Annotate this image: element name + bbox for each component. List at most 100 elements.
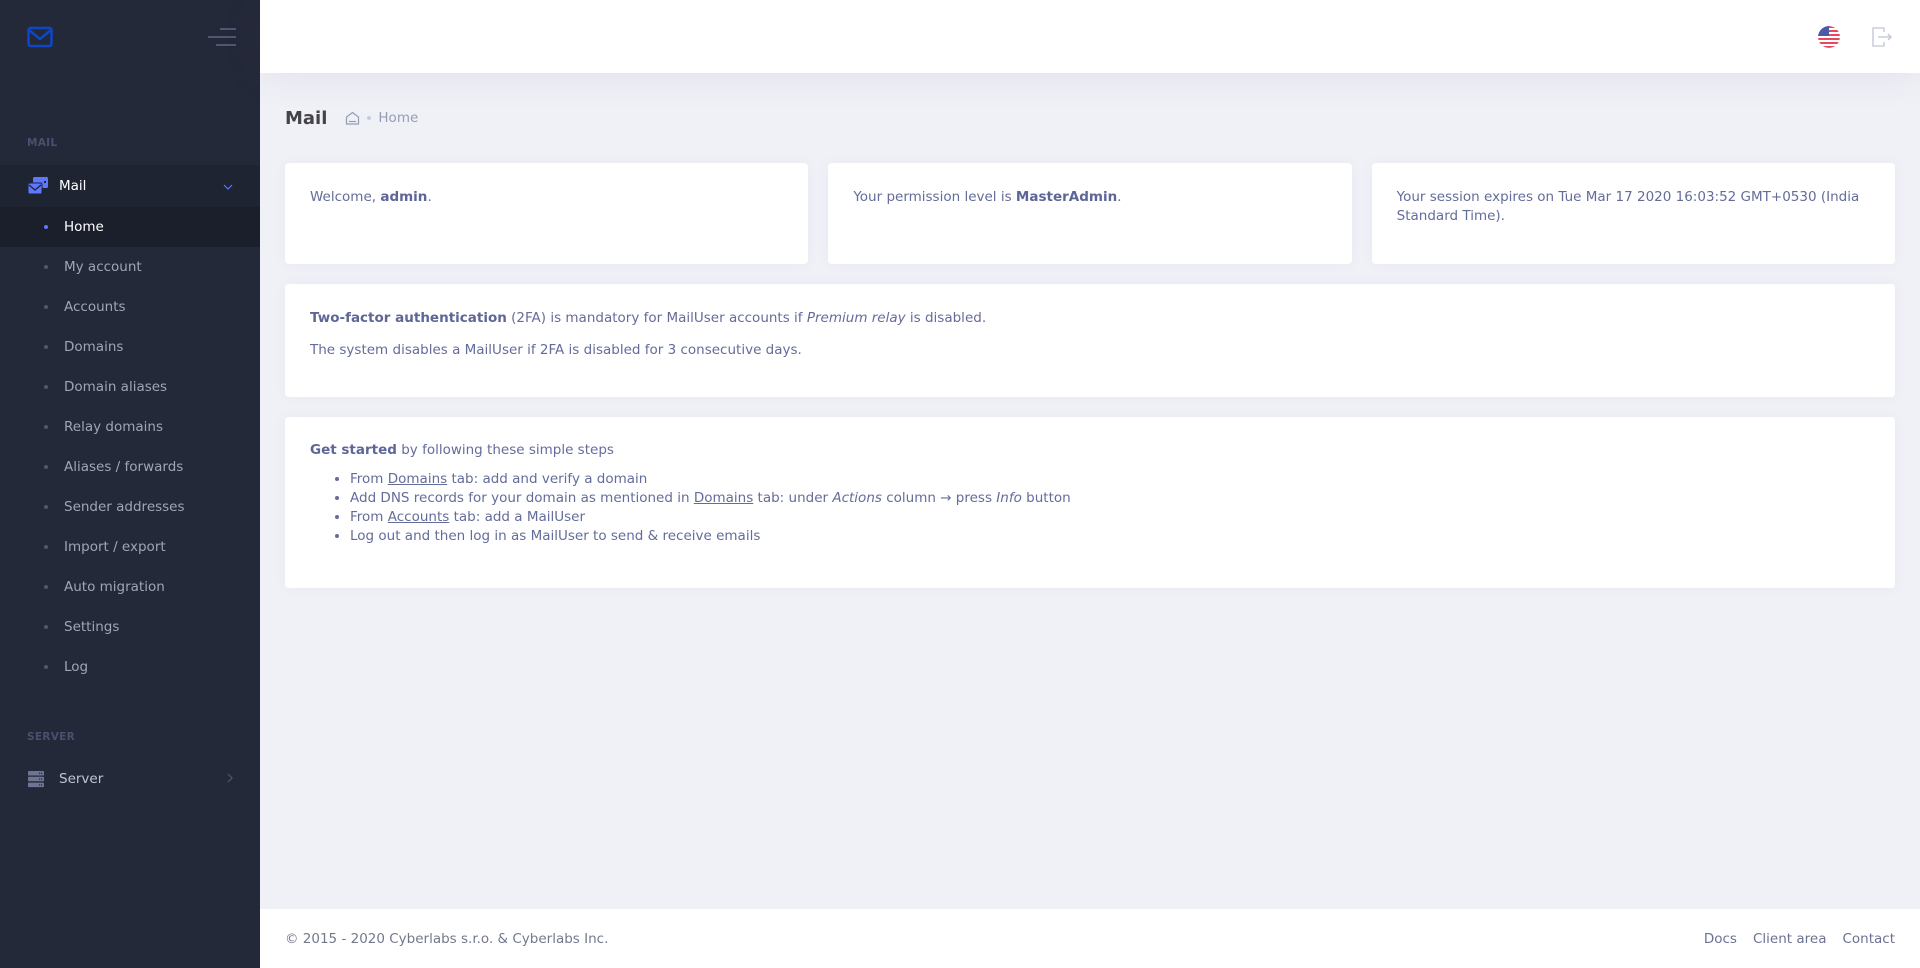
page-title: Mail	[285, 107, 328, 129]
step-text: Add DNS records for your domain as menti…	[350, 490, 694, 506]
list-item: From Accounts tab: add a MailUser	[350, 508, 1870, 527]
twofa-disable-notice: The system disables a MailUser if 2FA is…	[310, 342, 802, 358]
domains-link[interactable]: Domains	[388, 471, 447, 487]
breadcrumb-home[interactable]: Home	[378, 110, 418, 126]
bullet-icon	[44, 385, 48, 389]
sidebar-item-label: Domains	[64, 339, 124, 355]
get-started-subtitle: by following these simple steps	[396, 442, 614, 458]
mail-menu-group: Mail Home	[0, 165, 260, 247]
step-text: Log out and then log in as MailUser to s…	[350, 528, 761, 544]
list-item: From Domains tab: add and verify a domai…	[350, 470, 1870, 489]
sidebar-item-my-account[interactable]: My account	[0, 247, 260, 287]
step-text: From	[350, 471, 388, 487]
sidebar-item-domain-aliases[interactable]: Domain aliases	[0, 367, 260, 407]
sidebar-brand	[0, 0, 260, 74]
sidebar-item-label: Import / export	[64, 539, 166, 555]
actions-text: Actions	[832, 490, 882, 506]
topbar	[260, 0, 1920, 73]
info-cards-row: Welcome, admin. Your permission level is…	[285, 163, 1895, 264]
server-icon	[27, 769, 49, 789]
docs-link[interactable]: Docs	[1704, 931, 1737, 947]
copyright-text: © 2015 - 2020 Cyberlabs s.r.o. & Cyberla…	[285, 930, 609, 947]
contact-link[interactable]: Contact	[1842, 931, 1895, 947]
main-area: Mail Home Welcome, admin. Your permissio…	[260, 0, 1920, 968]
sidebar-item-settings[interactable]: Settings	[0, 607, 260, 647]
breadcrumb-separator	[367, 116, 372, 120]
welcome-card: Welcome, admin.	[285, 163, 809, 264]
sidebar-item-domains[interactable]: Domains	[0, 327, 260, 367]
bullet-icon	[44, 265, 48, 269]
twofa-text-end: is disabled.	[905, 310, 987, 326]
sidebar-item-auto-migration[interactable]: Auto migration	[0, 567, 260, 607]
mail-stack-icon	[27, 176, 49, 196]
sidebar-item-label: Auto migration	[64, 579, 165, 595]
twofa-text: (2FA) is mandatory for MailUser accounts…	[506, 310, 807, 326]
chevron-right-icon	[227, 773, 233, 786]
sidebar-item-accounts[interactable]: Accounts	[0, 287, 260, 327]
bullet-icon	[44, 505, 48, 509]
home-icon[interactable]	[345, 111, 360, 125]
session-card: Your session expires on Tue Mar 17 2020 …	[1371, 163, 1895, 264]
sidebar-item-label: Accounts	[64, 299, 126, 315]
step-text: button	[1021, 490, 1071, 506]
twofa-title: Two-factor authentication	[310, 310, 507, 326]
bullet-icon	[44, 225, 48, 229]
sidebar-item-label: My account	[64, 259, 142, 275]
sidebar-item-relay-domains[interactable]: Relay domains	[0, 407, 260, 447]
sidebar-item-import-export[interactable]: Import / export	[0, 527, 260, 567]
list-item: Log out and then log in as MailUser to s…	[350, 527, 1870, 546]
mail-submenu: My account Accounts Domains Domain alias…	[0, 247, 260, 687]
footer-links: Docs Client area Contact	[1704, 931, 1895, 947]
list-item: Add DNS records for your domain as menti…	[350, 489, 1870, 508]
bullet-icon	[44, 625, 48, 629]
sidebar-item-log[interactable]: Log	[0, 647, 260, 687]
logout-icon[interactable]	[1870, 26, 1892, 48]
bullet-icon	[44, 345, 48, 349]
sidebar-item-label: Sender addresses	[64, 499, 185, 515]
breadcrumb: Home	[345, 110, 418, 126]
sidebar: MAIL Mail Home My account Accounts Domai	[0, 0, 260, 968]
username: admin	[380, 189, 428, 205]
sidebar-item-label: Log	[64, 659, 89, 675]
chevron-down-icon	[223, 180, 233, 193]
get-started-heading: Get started by following these simple st…	[310, 442, 1870, 458]
session-expiry-text: Your session expires on Tue Mar 17 2020 …	[1396, 189, 1860, 224]
permission-suffix: .	[1117, 189, 1122, 205]
step-text: From	[350, 509, 388, 525]
sidebar-item-mail[interactable]: Mail	[0, 165, 260, 207]
info-text: Info	[996, 490, 1022, 506]
bullet-icon	[44, 665, 48, 669]
sidebar-item-label: Home	[64, 219, 104, 235]
bullet-icon	[44, 305, 48, 309]
subheader: Mail Home	[260, 73, 1920, 163]
twofa-notice: Two-factor authentication (2FA) is manda…	[310, 309, 1870, 328]
sidebar-item-label: Aliases / forwards	[64, 459, 184, 475]
welcome-text: Welcome,	[310, 189, 381, 205]
us-flag-icon[interactable]	[1818, 25, 1840, 48]
sidebar-item-server[interactable]: Server	[0, 758, 260, 800]
accounts-link[interactable]: Accounts	[388, 509, 450, 525]
premium-relay-text: Premium relay	[806, 310, 906, 326]
permission-level: MasterAdmin	[1015, 189, 1118, 205]
step-text: tab: add a MailUser	[449, 509, 586, 525]
section-label-mail: MAIL	[27, 137, 58, 149]
domains-link[interactable]: Domains	[694, 490, 753, 506]
twofa-card: Two-factor authentication (2FA) is manda…	[285, 284, 1895, 397]
step-text: tab: add and verify a domain	[447, 471, 648, 487]
sidebar-item-mail-label: Mail	[59, 178, 87, 194]
permission-card: Your permission level is MasterAdmin.	[828, 163, 1352, 264]
sidebar-item-sender-addresses[interactable]: Sender addresses	[0, 487, 260, 527]
client-area-link[interactable]: Client area	[1753, 931, 1826, 947]
footer: © 2015 - 2020 Cyberlabs s.r.o. & Cyberla…	[260, 909, 1920, 968]
bullet-icon	[44, 465, 48, 469]
sidebar-item-label: Relay domains	[64, 419, 163, 435]
step-text: column → press	[881, 490, 997, 506]
get-started-title: Get started	[310, 442, 397, 458]
content: Welcome, admin. Your permission level is…	[260, 163, 1920, 588]
mail-logo-icon[interactable]	[27, 26, 53, 48]
menu-toggle-icon[interactable]	[208, 27, 236, 47]
sidebar-item-home[interactable]: Home	[0, 207, 260, 247]
permission-text: Your permission level is	[853, 189, 1016, 205]
section-label-server: SERVER	[27, 731, 76, 743]
sidebar-item-aliases-forwards[interactable]: Aliases / forwards	[0, 447, 260, 487]
